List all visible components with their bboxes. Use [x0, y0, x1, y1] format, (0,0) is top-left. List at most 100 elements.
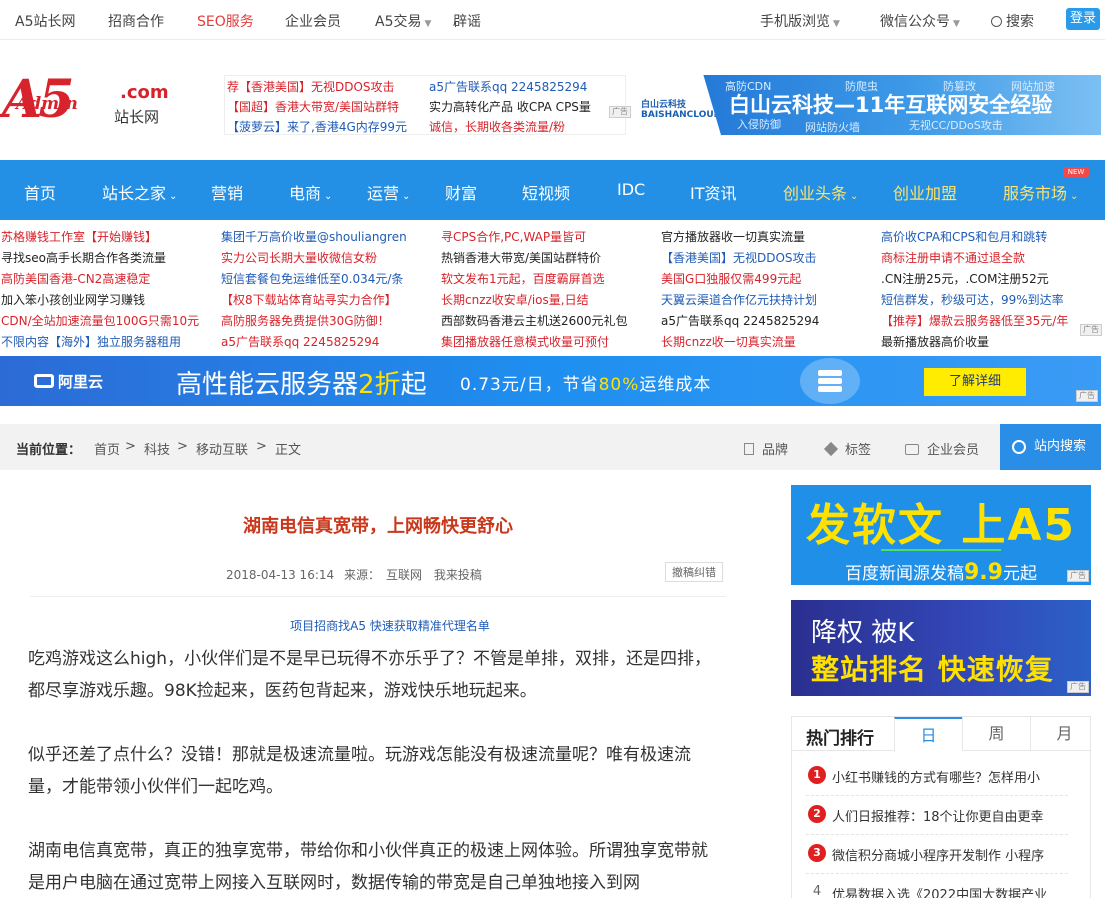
breadcrumb-tech[interactable]: 科技 — [144, 439, 170, 458]
link-item[interactable]: 软文发布1元起，百度霸屏首选 — [441, 270, 605, 287]
nav-short-video[interactable]: 短视频 — [522, 180, 570, 204]
enterprise-link[interactable]: 企业会员 — [905, 439, 979, 458]
top-link-business[interactable]: 招商合作 — [108, 11, 164, 31]
link-item[interactable]: 【香港美国】无视DDOS攻击 — [661, 249, 817, 266]
nav-service-market[interactable]: 服务市场 ⌄ — [1003, 180, 1078, 204]
softtext-ad[interactable]: 发软文 上A5 百度新闻源发稿9.9元起 广告 — [791, 485, 1091, 585]
baishan-banner[interactable]: 白山云科技 BAISHANCLOUD 白山云科技—11年互联网安全经验 高防CD… — [633, 75, 1101, 135]
link-item[interactable]: 寻找seo高手长期合作各类流量 — [1, 249, 166, 266]
nav-franchise[interactable]: 创业加盟 — [893, 180, 957, 204]
link-item[interactable]: 集团千万高价收量@shouliangren — [221, 228, 407, 245]
tag-link[interactable]: 标签 — [823, 439, 871, 458]
correction-button[interactable]: 撤稿纠错 — [665, 562, 723, 582]
nav-webmaster[interactable]: 站长之家 ⌄ — [102, 180, 177, 204]
link-item[interactable]: 最新播放器高价收量 — [881, 333, 989, 350]
promo-link[interactable]: 项目招商找A5 快速获取精准代理名单 — [0, 617, 780, 634]
nav-marketing[interactable]: 营销 — [211, 180, 243, 204]
hot-item[interactable]: 2 人们日报推荐：18个让你更自由更幸 — [806, 796, 1068, 835]
link-item[interactable]: 商标注册申请不通过退全款 — [881, 249, 1025, 266]
nav-operation[interactable]: 运营 ⌄ — [367, 180, 410, 204]
link-item[interactable]: 苏格赚钱工作室【开始赚钱】 — [1, 228, 157, 245]
link-item[interactable]: 寻CPS合作,PC,WAP量皆可 — [441, 228, 586, 245]
link-item[interactable]: 天翼云渠道合作亿元扶持计划 — [661, 291, 817, 308]
logo-sub: Admin — [16, 94, 78, 114]
text-ad[interactable]: 实力高转化产品 收CPA CPS量 — [429, 98, 591, 115]
hot-ranking-header: 热门排行 日 周 月 — [792, 717, 1090, 752]
hot-item[interactable]: 1 小红书赚钱的方式有哪些？怎样用小 — [806, 757, 1068, 796]
tab-week[interactable]: 周 — [962, 717, 1030, 751]
link-item[interactable]: 长期cnzz收安卓/ios量,日结 — [441, 291, 589, 308]
tag-icon — [823, 441, 839, 457]
chevron-down-icon: ⌄ — [324, 191, 333, 202]
link-item[interactable]: 短信群发，秒级可达，99%到达率 — [881, 291, 1064, 308]
link-grid: 苏格赚钱工作室【开始赚钱】 寻找seo高手长期合作各类流量 高防美国香港-CN2… — [0, 224, 1105, 352]
article-source[interactable]: 互联网 — [386, 568, 422, 582]
top-link-trade[interactable]: A5交易 ▼ — [375, 11, 431, 31]
top-link-trade-label: A5交易 — [375, 14, 422, 30]
softtext-ad-title: 发软文 上A5 — [806, 500, 1076, 551]
text-ad[interactable]: a5广告联系qq 2245825294 — [429, 78, 587, 95]
link-item[interactable]: 西部数码香港云主机送2600元礼包 — [441, 312, 628, 329]
chevron-down-icon: ⌄ — [1070, 191, 1079, 202]
nav-it-news[interactable]: IT资讯 — [690, 180, 737, 204]
link-item[interactable]: 高防美国香港-CN2高速稳定 — [1, 270, 150, 287]
brand-link[interactable]: 品牌 — [744, 439, 788, 458]
link-item[interactable]: 加入笨小孩创业网学习赚钱 — [1, 291, 145, 308]
breadcrumb-mobile[interactable]: 移动互联 — [196, 439, 248, 458]
top-link-enterprise[interactable]: 企业会员 — [285, 11, 341, 31]
ad-tag: 广告 — [1080, 324, 1102, 336]
aliyun-headline-a: 高性能云服务器 — [176, 370, 359, 400]
login-button[interactable]: 登录 — [1066, 8, 1100, 30]
ad-tag: 广告 — [1067, 570, 1089, 582]
nav-startup-headlines[interactable]: 创业头条 ⌄ — [783, 180, 858, 204]
link-item[interactable]: 集团播放器任意模式收量可预付 — [441, 333, 609, 350]
link-item[interactable]: a5广告联系qq 2245825294 — [661, 312, 819, 329]
top-search[interactable]: 搜索 — [991, 11, 1034, 31]
nav-wealth[interactable]: 财富 — [445, 180, 477, 204]
text-ad[interactable]: 【菠萝云】来了,香港4G内存99元 — [227, 118, 407, 135]
hot-item[interactable]: 4 优易数据入选《2022中国大数据产业 — [806, 874, 1068, 898]
link-item[interactable]: 【权8下载站体育站寻实力合作】 — [221, 291, 397, 308]
top-link-a5[interactable]: A5站长网 — [15, 11, 75, 31]
link-item[interactable]: 不限内容【海外】独立服务器租用 — [1, 333, 181, 350]
text-ad[interactable]: 诚信，长期收各类流量/粉 — [429, 118, 565, 135]
top-link-wechat[interactable]: 微信公众号 ▼ — [880, 11, 960, 31]
link-item[interactable]: 短信套餐包免运维低至0.034元/条 — [221, 270, 403, 287]
site-logo[interactable]: A5 Admin .com 站长网 — [2, 70, 172, 132]
breadcrumb-separator: > — [177, 439, 188, 454]
tab-day[interactable]: 日 — [894, 717, 962, 752]
rank-badge: 1 — [808, 766, 826, 784]
link-item[interactable]: CDN/全站加速流量包100G只需10元 — [1, 312, 199, 329]
link-item[interactable]: 美国G口独服仅需499元起 — [661, 270, 801, 287]
site-search-button[interactable]: 站内搜索 — [1000, 424, 1101, 470]
ranking-recovery-ad[interactable]: 降权 被K 整站排名 快速恢复 广告 — [791, 600, 1091, 696]
top-link-mobile[interactable]: 手机版浏览 ▼ — [760, 11, 840, 31]
link-item[interactable]: a5广告联系qq 2245825294 — [221, 333, 379, 350]
nav-home[interactable]: 首页 — [24, 180, 56, 204]
link-item[interactable]: 长期cnzz收一切真实流量 — [661, 333, 796, 350]
aliyun-cta-button[interactable]: 了解详细 — [924, 368, 1026, 396]
softtext-sub-c: 元起 — [1002, 564, 1037, 584]
ad-tag: 广告 — [1067, 681, 1089, 693]
link-item[interactable]: 官方播放器收一切真实流量 — [661, 228, 805, 245]
link-item[interactable]: 【推荐】爆款云服务器低至35元/年 — [881, 312, 1068, 329]
nav-ecommerce[interactable]: 电商 ⌄ — [289, 180, 332, 204]
text-ad[interactable]: 荐【香港美国】无视DDOS攻击 — [227, 78, 395, 95]
link-item[interactable]: 实力公司长期大量收微信女粉 — [221, 249, 377, 266]
submit-link[interactable]: 我来投稿 — [434, 568, 482, 582]
link-item[interactable]: .CN注册25元，.COM注册52元 — [881, 270, 1049, 287]
top-link-rumor[interactable]: 辟谣 — [453, 11, 481, 31]
hot-ranking-title: 热门排行 — [806, 729, 874, 749]
search-icon — [991, 16, 1002, 27]
link-item[interactable]: 高价收CPA和CPS和包月和跳转 — [881, 228, 1047, 245]
nav-idc[interactable]: IDC — [617, 180, 645, 199]
tab-month[interactable]: 月 — [1030, 717, 1098, 751]
link-item[interactable]: 高防服务器免费提供30G防御！ — [221, 312, 390, 329]
breadcrumb-current: 正文 — [275, 443, 302, 458]
link-item[interactable]: 热销香港大带宽/美国站群特价 — [441, 249, 601, 266]
hot-item[interactable]: 3 微信积分商城小程序开发制作 小程序 — [806, 835, 1068, 874]
text-ad[interactable]: 【国超】香港大带宽/美国站群特 — [227, 98, 399, 115]
breadcrumb-home[interactable]: 首页 — [94, 439, 120, 458]
top-link-seo[interactable]: SEO服务 — [197, 11, 254, 31]
aliyun-banner[interactable]: 阿里云 高性能云服务器2折起 0.73元/日，节省80%运维成本 了解详细 广告 — [0, 356, 1101, 406]
